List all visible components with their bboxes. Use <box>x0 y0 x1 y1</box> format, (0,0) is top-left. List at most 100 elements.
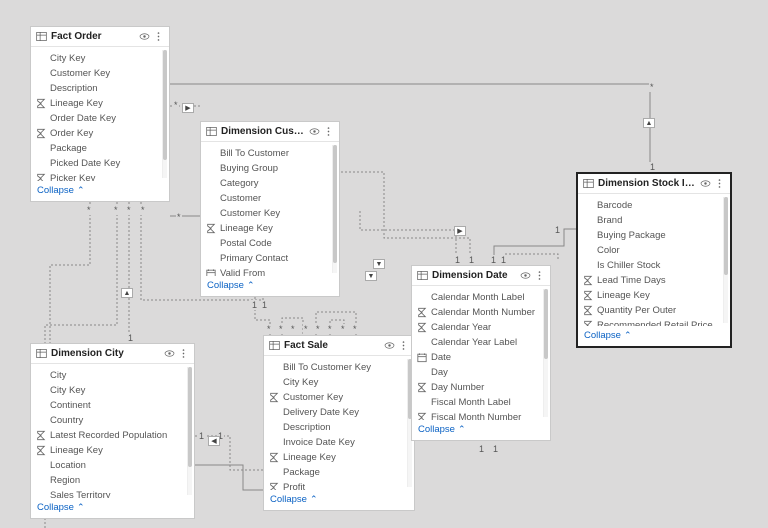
more-icon[interactable] <box>323 126 334 137</box>
more-icon[interactable] <box>153 31 164 42</box>
table-header[interactable]: Dimension Stock Item <box>578 174 730 194</box>
field-row[interactable]: Calendar Month Label <box>412 290 543 305</box>
field-row[interactable]: Region <box>31 473 187 488</box>
field-row[interactable]: Package <box>31 141 162 156</box>
table-card-dim_customer[interactable]: Dimension Customer Bill To CustomerBuying… <box>200 121 340 297</box>
field-row[interactable]: Lineage Key <box>578 288 723 303</box>
field-row[interactable]: Bill To Customer <box>201 146 332 161</box>
field-row[interactable]: Picked Date Key <box>31 156 162 171</box>
field-row[interactable]: Lineage Key <box>264 450 407 465</box>
field-row[interactable]: Postal Code <box>201 236 332 251</box>
field-row[interactable]: Brand <box>578 213 723 228</box>
field-row[interactable]: Primary Contact <box>201 251 332 266</box>
field-row[interactable]: Calendar Month Number <box>412 305 543 320</box>
field-row[interactable]: Buying Package <box>578 228 723 243</box>
field-row[interactable]: Location <box>31 458 187 473</box>
field-row[interactable]: Buying Group <box>201 161 332 176</box>
field-row[interactable]: Profit <box>264 480 407 490</box>
filter-direction-icon[interactable]: ▼ <box>365 271 377 281</box>
field-row[interactable]: City Key <box>31 51 162 66</box>
field-row[interactable]: Description <box>31 81 162 96</box>
field-row[interactable]: Order Date Key <box>31 111 162 126</box>
scrollbar[interactable] <box>543 289 548 417</box>
field-row[interactable]: Invoice Date Key <box>264 435 407 450</box>
field-row[interactable]: City <box>31 368 187 383</box>
field-row[interactable]: Date <box>412 350 543 365</box>
field-row[interactable]: Package <box>264 465 407 480</box>
table-header[interactable]: Fact Order <box>31 27 169 47</box>
field-row[interactable]: Country <box>31 413 187 428</box>
field-row[interactable]: City Key <box>264 375 407 390</box>
visible-icon[interactable] <box>700 178 711 189</box>
field-row[interactable]: Order Key <box>31 126 162 141</box>
collapse-link[interactable]: Collapse ⌃ <box>31 181 169 201</box>
collapse-link[interactable]: Collapse ⌃ <box>201 276 339 296</box>
field-row[interactable]: City Key <box>31 383 187 398</box>
more-icon[interactable] <box>178 348 189 359</box>
field-row[interactable]: Customer Key <box>264 390 407 405</box>
field-row[interactable]: Latest Recorded Population <box>31 428 187 443</box>
table-header[interactable]: Dimension City <box>31 344 194 364</box>
field-row[interactable]: Day <box>412 365 543 380</box>
scrollbar[interactable] <box>332 145 337 273</box>
field-row[interactable]: Customer Key <box>31 66 162 81</box>
field-row[interactable]: Picker Key <box>31 171 162 181</box>
field-row[interactable]: Lineage Key <box>31 443 187 458</box>
collapse-link[interactable]: Collapse ⌃ <box>264 490 414 510</box>
scrollbar[interactable] <box>723 197 728 323</box>
filter-direction-icon[interactable]: ▶ <box>182 103 194 113</box>
visible-icon[interactable] <box>139 31 150 42</box>
visible-icon[interactable] <box>520 270 531 281</box>
table-header[interactable]: Fact Sale <box>264 336 414 356</box>
scrollbar[interactable] <box>162 50 167 178</box>
filter-direction-icon[interactable]: ▲ <box>643 118 655 128</box>
field-row[interactable]: Delivery Date Key <box>264 405 407 420</box>
field-row[interactable]: Continent <box>31 398 187 413</box>
field-row[interactable]: Valid From <box>201 266 332 276</box>
field-label: Package <box>283 467 320 478</box>
table-icon <box>417 270 428 281</box>
filter-direction-icon[interactable]: ◀ <box>208 436 220 446</box>
field-row[interactable]: Calendar Year Label <box>412 335 543 350</box>
field-row[interactable]: Lead Time Days <box>578 273 723 288</box>
field-row[interactable]: Barcode <box>578 198 723 213</box>
collapse-link[interactable]: Collapse ⌃ <box>31 498 194 518</box>
more-icon[interactable] <box>714 178 725 189</box>
field-row[interactable]: Description <box>264 420 407 435</box>
visible-icon[interactable] <box>164 348 175 359</box>
field-row[interactable]: Fiscal Month Label <box>412 395 543 410</box>
field-row[interactable]: Sales Territory <box>31 488 187 498</box>
scrollbar[interactable] <box>187 367 192 495</box>
field-row[interactable]: Customer <box>201 191 332 206</box>
field-row[interactable]: Bill To Customer Key <box>264 360 407 375</box>
table-header[interactable]: Dimension Customer <box>201 122 339 142</box>
field-row[interactable]: Calendar Year <box>412 320 543 335</box>
field-row[interactable]: Lineage Key <box>31 96 162 111</box>
field-row[interactable]: Fiscal Month Number <box>412 410 543 420</box>
table-card-dim_city[interactable]: Dimension City CityCity KeyContinentCount… <box>30 343 195 519</box>
table-header[interactable]: Dimension Date <box>412 266 550 286</box>
table-card-fact_order[interactable]: Fact Order City KeyCustomer KeyDescriptio… <box>30 26 170 202</box>
more-icon[interactable] <box>534 270 545 281</box>
field-row[interactable]: Category <box>201 176 332 191</box>
field-row[interactable]: Recommended Retail Price <box>578 318 723 326</box>
field-row[interactable]: Lineage Key <box>201 221 332 236</box>
table-card-dim_date[interactable]: Dimension DateCalendar Month LabelCalend… <box>411 265 551 441</box>
collapse-link[interactable]: Collapse ⌃ <box>412 420 550 440</box>
filter-direction-icon[interactable]: ▶ <box>454 226 466 236</box>
table-card-fact_sale[interactable]: Fact Sale Bill To Customer KeyCity KeyCus… <box>263 335 415 511</box>
field-row[interactable]: Quantity Per Outer <box>578 303 723 318</box>
cardinality-label: 1 <box>649 162 656 172</box>
visible-icon[interactable] <box>384 340 395 351</box>
more-icon[interactable] <box>398 340 409 351</box>
field-row[interactable]: Is Chiller Stock <box>578 258 723 273</box>
field-label: Fiscal Month Number <box>431 412 521 420</box>
filter-direction-icon[interactable]: ▼ <box>373 259 385 269</box>
field-row[interactable]: Day Number <box>412 380 543 395</box>
field-row[interactable]: Customer Key <box>201 206 332 221</box>
table-card-dim_stock[interactable]: Dimension Stock Item BarcodeBrandBuying P… <box>576 172 732 348</box>
visible-icon[interactable] <box>309 126 320 137</box>
collapse-link[interactable]: Collapse ⌃ <box>578 326 730 346</box>
filter-direction-icon[interactable]: ▲ <box>121 288 133 298</box>
field-row[interactable]: Color <box>578 243 723 258</box>
